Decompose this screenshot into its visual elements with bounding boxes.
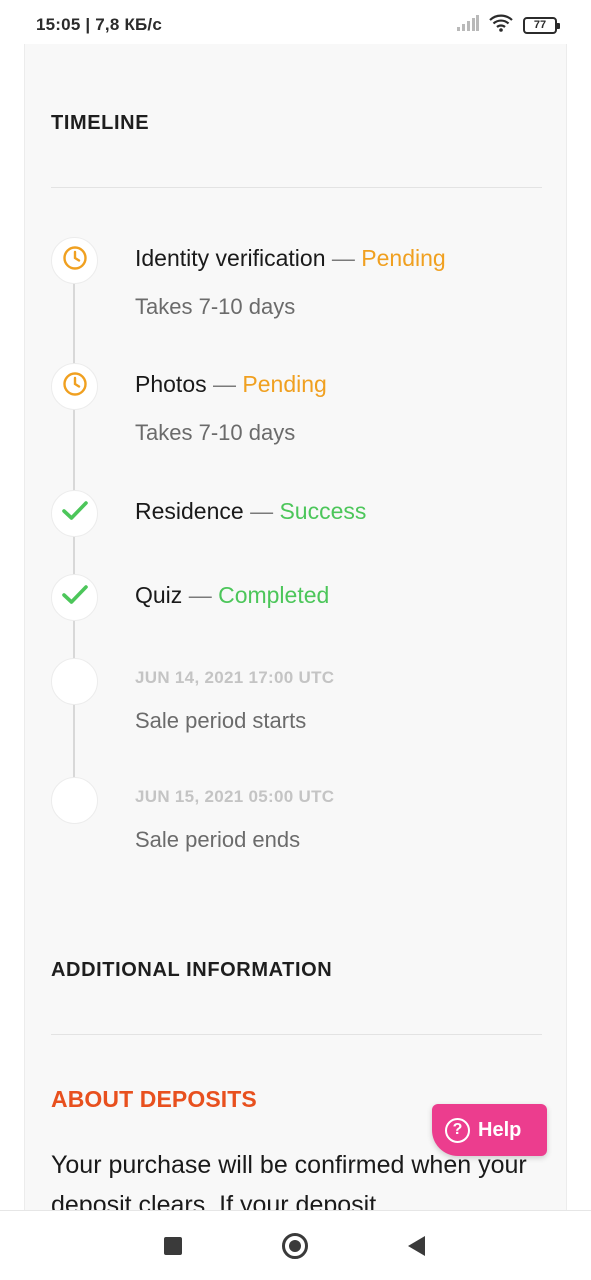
timeline-node-success xyxy=(51,490,98,537)
clock-icon xyxy=(62,245,88,276)
timeline-item-quiz: Quiz — Completed xyxy=(135,582,329,609)
timeline-item-label: Photos xyxy=(135,371,207,397)
check-icon xyxy=(61,500,88,527)
timeline-heading: TIMELINE xyxy=(51,112,150,134)
timeline-item-sub: Sale period starts xyxy=(135,708,307,733)
timeline-separator: — xyxy=(250,498,274,524)
wifi-icon xyxy=(489,14,513,37)
clock-icon xyxy=(62,371,88,402)
additional-info-heading: ADDITIONAL INFORMATION xyxy=(51,959,333,981)
about-deposits-title: ABOUT DEPOSITS xyxy=(51,1086,257,1112)
timeline-divider xyxy=(51,187,542,188)
timeline-date: JUN 14, 2021 17:00 UTC xyxy=(135,668,335,687)
additional-divider xyxy=(51,1034,542,1035)
timeline-item-identity: Identity verification — Pending xyxy=(135,245,446,272)
timeline-node-success xyxy=(51,574,98,621)
timeline-item-sub: Takes 7-10 days xyxy=(135,294,296,319)
check-icon xyxy=(61,584,88,611)
home-icon[interactable] xyxy=(282,1233,308,1259)
timeline-item-sub: Takes 7-10 days xyxy=(135,420,296,445)
status-icons: 77 xyxy=(457,14,560,37)
timeline-item-sub: Sale period ends xyxy=(135,827,301,852)
timeline-node-upcoming xyxy=(51,658,98,705)
signal-icon xyxy=(457,14,479,36)
timeline-connector xyxy=(73,282,75,800)
question-icon: ? xyxy=(445,1117,470,1143)
timeline-item-label: Quiz xyxy=(135,582,183,608)
page-content: TIMELINE Identity verification — Pending… xyxy=(24,44,567,1210)
timeline-node-upcoming xyxy=(51,777,98,824)
timeline-node-pending xyxy=(51,363,98,410)
battery-icon: 77 xyxy=(523,16,560,34)
status-success: Success xyxy=(279,498,367,524)
recent-apps-icon[interactable] xyxy=(164,1237,182,1255)
status-time: 15:05 | 7,8 КБ/с xyxy=(36,15,163,34)
status-completed: Completed xyxy=(218,582,330,608)
status-pending: Pending xyxy=(242,371,327,397)
back-icon[interactable] xyxy=(406,1235,426,1262)
timeline-separator: — xyxy=(331,245,355,271)
navigation-bar xyxy=(0,1210,591,1280)
help-button[interactable]: ? Help xyxy=(432,1104,547,1156)
status-pending: Pending xyxy=(361,245,446,271)
timeline-node-pending xyxy=(51,237,98,284)
timeline-item-label: Identity verification xyxy=(135,245,326,271)
timeline-item-photos: Photos — Pending xyxy=(135,371,327,398)
help-label: Help xyxy=(478,1118,522,1141)
status-bar: 15:05 | 7,8 КБ/с 77 xyxy=(0,0,591,44)
timeline-separator: — xyxy=(213,371,236,397)
timeline-date: JUN 15, 2021 05:00 UTC xyxy=(135,787,335,806)
timeline-item-residence: Residence — Success xyxy=(135,498,366,525)
timeline-item-label: Residence xyxy=(135,498,244,524)
timeline-separator: — xyxy=(188,582,212,608)
